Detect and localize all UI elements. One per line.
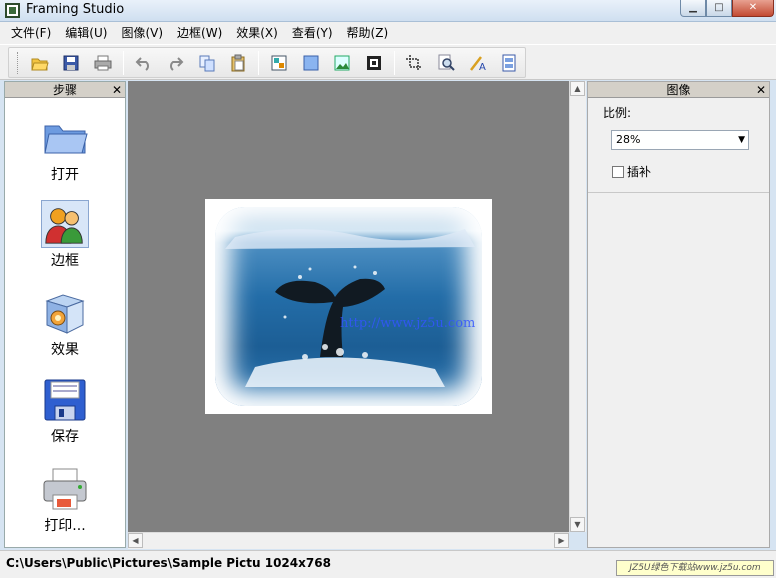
- menu-view[interactable]: 查看(Y): [285, 22, 340, 44]
- maximize-button[interactable]: □: [706, 0, 732, 17]
- print-icon[interactable]: [90, 51, 116, 75]
- scroll-left-arrow-icon[interactable]: ◀: [128, 533, 143, 548]
- step-open[interactable]: 打开: [5, 114, 125, 184]
- checkbox-box[interactable]: [612, 165, 624, 178]
- interpolate-checkbox[interactable]: 插补: [612, 163, 651, 180]
- menu-help[interactable]: 帮助(Z): [340, 22, 396, 44]
- image-panel: 图像 ✕ 比例: 28% ▼ 插补: [587, 81, 770, 548]
- undo-icon[interactable]: [131, 51, 157, 75]
- steps-panel-header: 步骤 ✕: [5, 82, 125, 98]
- title-bar: Framing Studio ▁ □ ✕: [0, 0, 776, 22]
- step-label: 保存: [51, 429, 79, 445]
- step-label: 边框: [51, 253, 79, 269]
- steps-panel-title: 步骤: [52, 83, 77, 97]
- window-controls: ▁ □ ✕: [680, 0, 774, 17]
- scroll-down-arrow-icon[interactable]: ▼: [570, 517, 585, 532]
- watermark-url: http://www.jz5u.com: [340, 316, 476, 331]
- image-panel-title: 图像: [666, 83, 691, 97]
- crop-icon[interactable]: [402, 51, 428, 75]
- horizontal-scrollbar[interactable]: ◀ ▶: [128, 532, 569, 549]
- image-panel-close-icon[interactable]: ✕: [756, 82, 766, 98]
- step-save[interactable]: 保存: [5, 376, 125, 446]
- framed-photo: [205, 199, 492, 414]
- toolbar-band: A: [8, 47, 526, 78]
- menu-bar: 文件(F) 编辑(U) 图像(V) 边框(W) 效果(X) 查看(Y) 帮助(Z…: [0, 22, 776, 44]
- text-icon[interactable]: A: [465, 51, 491, 75]
- floppy-save-icon: [41, 376, 89, 424]
- frame-border-icon[interactable]: [361, 51, 387, 75]
- divider: [588, 192, 769, 193]
- folder-icon: [41, 114, 89, 162]
- menu-effects[interactable]: 效果(X): [229, 22, 285, 44]
- image-adjust-icon[interactable]: [266, 51, 292, 75]
- interpolate-label: 插补: [627, 165, 652, 179]
- picture-icon[interactable]: [329, 51, 355, 75]
- status-bar: C:\Users\Public\Pictures\Sample Pictu 10…: [0, 550, 776, 578]
- chevron-down-icon[interactable]: ▼: [738, 131, 745, 149]
- toolbar-grip[interactable]: [17, 51, 20, 74]
- toolbar-separator: [258, 50, 260, 75]
- layout-icon[interactable]: [497, 51, 523, 75]
- close-button[interactable]: ✕: [732, 0, 774, 17]
- printer-icon: [41, 465, 89, 513]
- steps-panel: 步骤 ✕ 打开 边框 效果 保存 打印...: [4, 81, 126, 548]
- open-folder-icon[interactable]: [27, 51, 53, 75]
- toolbar-separator: [122, 50, 124, 75]
- menu-image[interactable]: 图像(V): [114, 22, 170, 44]
- app-icon: [5, 3, 20, 18]
- frame-fill-icon[interactable]: [298, 51, 324, 75]
- scale-label: 比例:: [603, 106, 632, 120]
- copy-icon[interactable]: [194, 51, 220, 75]
- scale-value: 28%: [616, 133, 641, 146]
- toolbar-separator: [393, 50, 395, 75]
- frame-people-icon: [41, 200, 89, 248]
- save-icon[interactable]: [59, 51, 85, 75]
- image-panel-header: 图像 ✕: [588, 82, 769, 98]
- step-label: 打开: [51, 167, 79, 183]
- paste-icon[interactable]: [226, 51, 252, 75]
- zoom-icon[interactable]: [433, 51, 459, 75]
- status-file-info: C:\Users\Public\Pictures\Sample Pictu 10…: [6, 556, 331, 570]
- menu-edit[interactable]: 编辑(U): [58, 22, 114, 44]
- vertical-scrollbar[interactable]: ▲ ▼: [569, 81, 586, 532]
- redo-icon[interactable]: [162, 51, 188, 75]
- step-frame[interactable]: 边框: [5, 200, 125, 270]
- whale-tail-photo: [215, 207, 482, 406]
- scroll-right-arrow-icon[interactable]: ▶: [554, 533, 569, 548]
- menu-frame[interactable]: 边框(W): [170, 22, 229, 44]
- site-badge: JZ5U绿色下载站www.jz5u.com: [616, 560, 774, 576]
- menu-file[interactable]: 文件(F): [4, 22, 58, 44]
- window-title: Framing Studio: [26, 2, 125, 17]
- step-effects[interactable]: 效果: [5, 289, 125, 359]
- steps-panel-close-icon[interactable]: ✕: [112, 82, 122, 98]
- step-label: 打印...: [44, 518, 86, 534]
- toolbar: A: [0, 44, 776, 80]
- minimize-button[interactable]: ▁: [680, 0, 706, 17]
- scroll-up-arrow-icon[interactable]: ▲: [570, 81, 585, 96]
- step-label: 效果: [51, 342, 79, 358]
- effects-box-icon: [41, 289, 89, 337]
- step-print[interactable]: 打印...: [5, 465, 125, 535]
- scale-dropdown[interactable]: 28% ▼: [611, 130, 749, 150]
- svg-text:A: A: [479, 62, 486, 72]
